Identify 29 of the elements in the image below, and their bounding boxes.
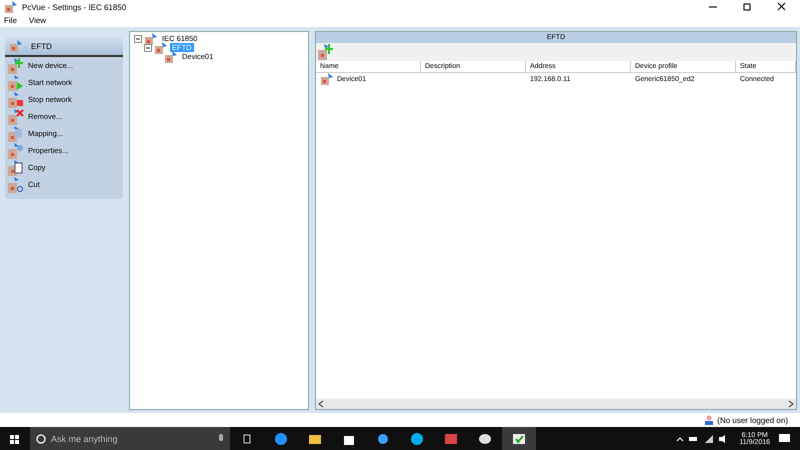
menu-item[interactable]: View bbox=[28, 16, 46, 25]
user-status: (No user logged on) bbox=[717, 416, 788, 424]
device-icon bbox=[320, 72, 334, 86]
stop-icon bbox=[8, 92, 24, 108]
network-icon bbox=[9, 39, 23, 53]
user-icon bbox=[704, 415, 714, 425]
start-icon bbox=[8, 74, 24, 90]
node-icon bbox=[164, 50, 178, 64]
add-icon bbox=[8, 58, 24, 74]
cut-icon bbox=[8, 176, 24, 192]
scroll-right-icon[interactable] bbox=[788, 400, 794, 408]
node-icon bbox=[154, 40, 168, 54]
node-icon bbox=[144, 32, 158, 46]
horizontal-scrollbar[interactable] bbox=[316, 399, 796, 409]
menu-item[interactable]: File bbox=[4, 16, 17, 25]
add-device-button[interactable] bbox=[318, 44, 334, 60]
remove-icon bbox=[8, 108, 24, 124]
window-title: PcVue - Settings - IEC 61850 bbox=[22, 2, 128, 12]
microphone-icon[interactable] bbox=[218, 434, 224, 444]
add-icon bbox=[318, 44, 334, 60]
properties-icon bbox=[8, 142, 24, 158]
checkmark-app-icon[interactable] bbox=[502, 427, 536, 450]
panel-title: EFTD bbox=[31, 42, 52, 50]
expander-icon[interactable] bbox=[134, 34, 142, 42]
copy-icon bbox=[8, 160, 24, 176]
expander-icon[interactable] bbox=[144, 44, 152, 52]
mapping-icon bbox=[8, 126, 24, 142]
scroll-left-icon[interactable] bbox=[318, 400, 324, 408]
search-field[interactable]: Ask me anything bbox=[30, 427, 230, 450]
